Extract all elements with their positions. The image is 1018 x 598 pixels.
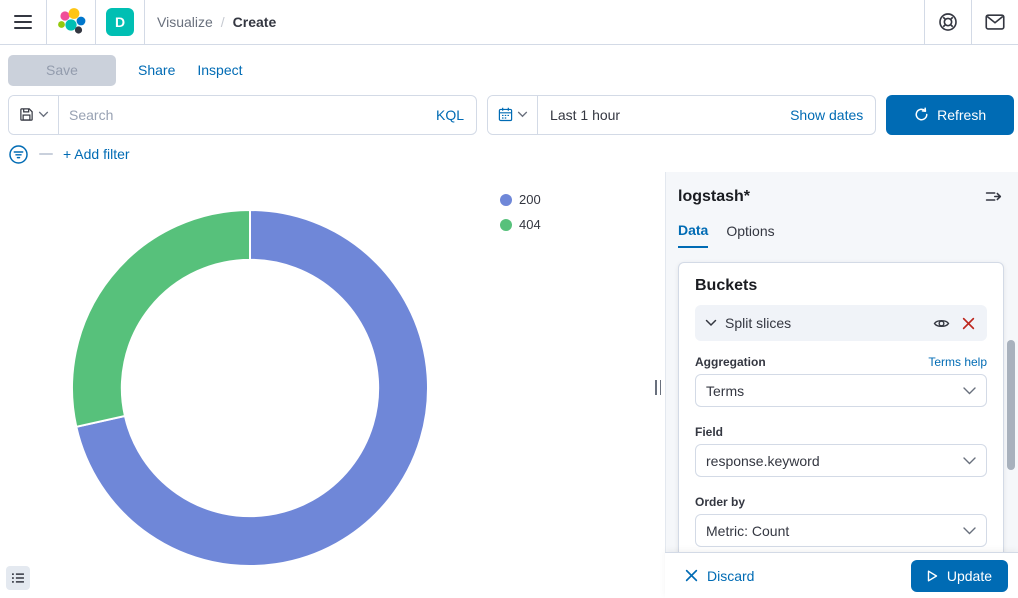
save-button[interactable]: Save [8,55,116,86]
pie-slice-404[interactable] [72,210,250,427]
menu-button[interactable] [0,0,46,44]
breadcrumb-create: Create [233,14,277,30]
order-by-select[interactable]: Metric: Count [695,514,987,547]
share-button[interactable]: Share [138,62,175,78]
show-dates-button[interactable]: Show dates [778,96,875,134]
discard-label: Discard [707,568,754,584]
refresh-icon [914,107,929,122]
order-by-label: Order by [695,495,745,509]
save-icon [19,107,34,122]
order-by-value: Metric: Count [706,523,789,539]
chevron-down-icon [705,319,717,327]
close-icon [962,317,975,330]
panel-resize-handle[interactable] [655,380,661,395]
top-header: D Visualize / Create [0,0,1018,45]
buckets-card: Buckets Split slices [678,262,1004,598]
buckets-heading: Buckets [695,277,987,295]
newsfeed-button[interactable] [972,0,1018,44]
toggle-visibility-button[interactable] [931,313,952,334]
mail-icon [985,13,1005,31]
time-picker-group: Last 1 hour Show dates [487,95,876,135]
chevron-down-icon [963,457,976,465]
vis-editor-sidebar: logstash* Data Options Buckets Split sli… [665,172,1018,598]
chevron-down-icon [963,527,976,535]
sidebar-bottom-bar: Discard Update [665,552,1018,598]
space-avatar[interactable]: D [106,8,134,36]
menu-right-icon [985,188,1002,205]
kql-language-button[interactable]: KQL [424,96,476,134]
search-input[interactable] [59,96,424,134]
field-select[interactable]: response.keyword [695,444,987,477]
legend-item-404[interactable]: 404 [500,217,541,232]
list-icon [11,571,25,585]
split-slices-row[interactable]: Split slices [695,305,987,341]
split-slices-label: Split slices [725,315,791,331]
header-divider [95,0,96,44]
donut-chart [0,172,660,598]
field-label: Field [695,425,723,439]
remove-bucket-button[interactable] [960,315,977,332]
collapse-panel-button[interactable] [985,188,1002,205]
sidebar-tabs: Data Options [666,206,1018,248]
aggregation-select[interactable]: Terms [695,374,987,407]
legend-label-200: 200 [519,192,541,207]
kibana-visualize-editor: D Visualize / Create [0,0,1018,598]
query-bar: KQL Last 1 hour Show dates [0,94,1018,135]
update-button[interactable]: Update [911,560,1008,592]
header-divider [144,0,145,44]
filter-bar: + Add filter [0,138,1018,170]
calendar-icon [498,107,513,122]
visualization-canvas: 200 404 [0,172,665,598]
time-range-value[interactable]: Last 1 hour [538,96,778,134]
tab-options[interactable]: Options [726,222,774,248]
help-button[interactable] [925,0,971,44]
legend-label-404: 404 [519,217,541,232]
filter-placeholder-dash [39,153,53,155]
eye-icon [933,315,950,332]
legend-toggle-button[interactable] [6,566,30,590]
refresh-button[interactable]: Refresh [886,95,1014,135]
index-pattern-title: logstash* [678,188,750,206]
date-picker-button[interactable] [488,96,538,134]
terms-help-link[interactable]: Terms help [928,355,987,369]
breadcrumb: Visualize / Create [157,14,276,30]
update-label: Update [947,568,992,584]
help-icon [938,12,958,32]
chevron-down-icon [517,111,528,118]
breadcrumb-separator: / [221,14,225,30]
aggregation-label: Aggregation [695,355,766,369]
elastic-logo[interactable] [47,8,95,36]
field-value: response.keyword [706,453,820,469]
legend-dot-200 [500,194,512,206]
breadcrumb-visualize[interactable]: Visualize [157,14,213,30]
saved-query-button[interactable] [9,96,59,134]
filter-menu-button[interactable] [8,144,29,165]
hamburger-icon [14,15,32,29]
chevron-down-icon [38,111,49,118]
chart-legend: 200 404 [500,192,541,232]
play-icon [927,570,938,582]
legend-dot-404 [500,219,512,231]
close-icon [685,569,698,582]
aggregation-value: Terms [706,383,744,399]
tab-data[interactable]: Data [678,222,708,248]
refresh-label: Refresh [937,107,986,123]
filter-icon [8,144,29,165]
add-filter-button[interactable]: + Add filter [63,146,130,162]
sidebar-scrollbar[interactable] [1007,340,1015,470]
discard-button[interactable]: Discard [685,568,754,584]
inspect-button[interactable]: Inspect [197,62,242,78]
chevron-down-icon [963,387,976,395]
legend-item-200[interactable]: 200 [500,192,541,207]
visualize-toolbar: Save Share Inspect [0,46,1018,94]
search-group: KQL [8,95,477,135]
